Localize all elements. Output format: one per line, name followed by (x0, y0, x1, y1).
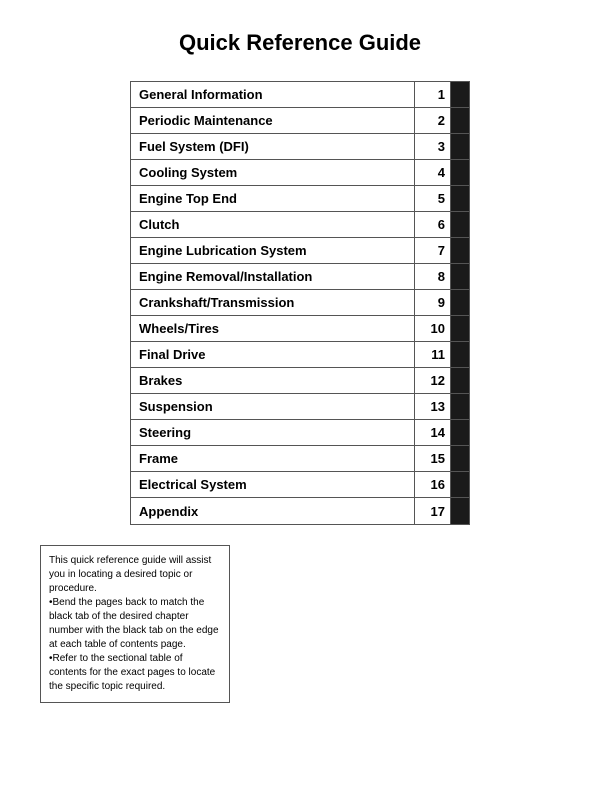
chapter-number: 5 (415, 186, 451, 211)
chapter-number: 8 (415, 264, 451, 289)
chapter-number: 15 (415, 446, 451, 471)
chapter-label: Wheels/Tires (131, 316, 415, 341)
chapter-number: 13 (415, 394, 451, 419)
chapter-number: 12 (415, 368, 451, 393)
chapter-number: 10 (415, 316, 451, 341)
chapter-tab (451, 368, 469, 393)
chapter-number: 7 (415, 238, 451, 263)
chapter-label: Engine Lubrication System (131, 238, 415, 263)
chapter-tab (451, 82, 469, 107)
chapter-label: Periodic Maintenance (131, 108, 415, 133)
chapter-tab (451, 212, 469, 237)
chapter-tab (451, 342, 469, 367)
chapter-number: 1 (415, 82, 451, 107)
chapter-number: 6 (415, 212, 451, 237)
chapter-number: 2 (415, 108, 451, 133)
chapter-tab (451, 264, 469, 289)
chapter-tab (451, 446, 469, 471)
chapter-tab (451, 186, 469, 211)
table-row: Fuel System (DFI)3 (131, 134, 469, 160)
chapter-label: Clutch (131, 212, 415, 237)
chapter-label: Electrical System (131, 472, 415, 497)
chapter-label: Appendix (131, 498, 415, 524)
chapter-label: Brakes (131, 368, 415, 393)
chapter-tab (451, 134, 469, 159)
chapter-number: 4 (415, 160, 451, 185)
chapter-tab (451, 160, 469, 185)
table-row: Wheels/Tires10 (131, 316, 469, 342)
note-box: This quick reference guide will assist y… (40, 545, 230, 703)
chapter-number: 3 (415, 134, 451, 159)
chapter-number: 17 (415, 498, 451, 524)
chapter-tab (451, 316, 469, 341)
chapter-label: Frame (131, 446, 415, 471)
page-title: Quick Reference Guide (179, 30, 421, 56)
table-row: Appendix17 (131, 498, 469, 524)
chapter-number: 9 (415, 290, 451, 315)
chapter-tab (451, 498, 469, 524)
table-row: Periodic Maintenance2 (131, 108, 469, 134)
chapter-label: Suspension (131, 394, 415, 419)
table-row: Cooling System4 (131, 160, 469, 186)
chapter-label: Final Drive (131, 342, 415, 367)
chapter-number: 16 (415, 472, 451, 497)
table-row: Suspension13 (131, 394, 469, 420)
chapter-tab (451, 108, 469, 133)
table-row: Electrical System16 (131, 472, 469, 498)
chapter-number: 11 (415, 342, 451, 367)
table-row: Final Drive11 (131, 342, 469, 368)
chapter-tab (451, 394, 469, 419)
table-row: Brakes12 (131, 368, 469, 394)
chapter-label: Fuel System (DFI) (131, 134, 415, 159)
table-row: Steering14 (131, 420, 469, 446)
chapter-label: Crankshaft/Transmission (131, 290, 415, 315)
chapter-tab (451, 290, 469, 315)
chapter-number: 14 (415, 420, 451, 445)
table-row: Engine Top End5 (131, 186, 469, 212)
table-row: Frame15 (131, 446, 469, 472)
table-row: Engine Lubrication System7 (131, 238, 469, 264)
chapter-label: General Information (131, 82, 415, 107)
table-row: Clutch6 (131, 212, 469, 238)
chapter-label: Cooling System (131, 160, 415, 185)
chapter-tab (451, 238, 469, 263)
chapter-label: Engine Removal/Installation (131, 264, 415, 289)
chapter-label: Steering (131, 420, 415, 445)
table-row: General Information1 (131, 82, 469, 108)
chapter-label: Engine Top End (131, 186, 415, 211)
chapter-tab (451, 472, 469, 497)
chapter-tab (451, 420, 469, 445)
table-row: Crankshaft/Transmission9 (131, 290, 469, 316)
toc-table: General Information1Periodic Maintenance… (130, 81, 470, 525)
table-row: Engine Removal/Installation8 (131, 264, 469, 290)
